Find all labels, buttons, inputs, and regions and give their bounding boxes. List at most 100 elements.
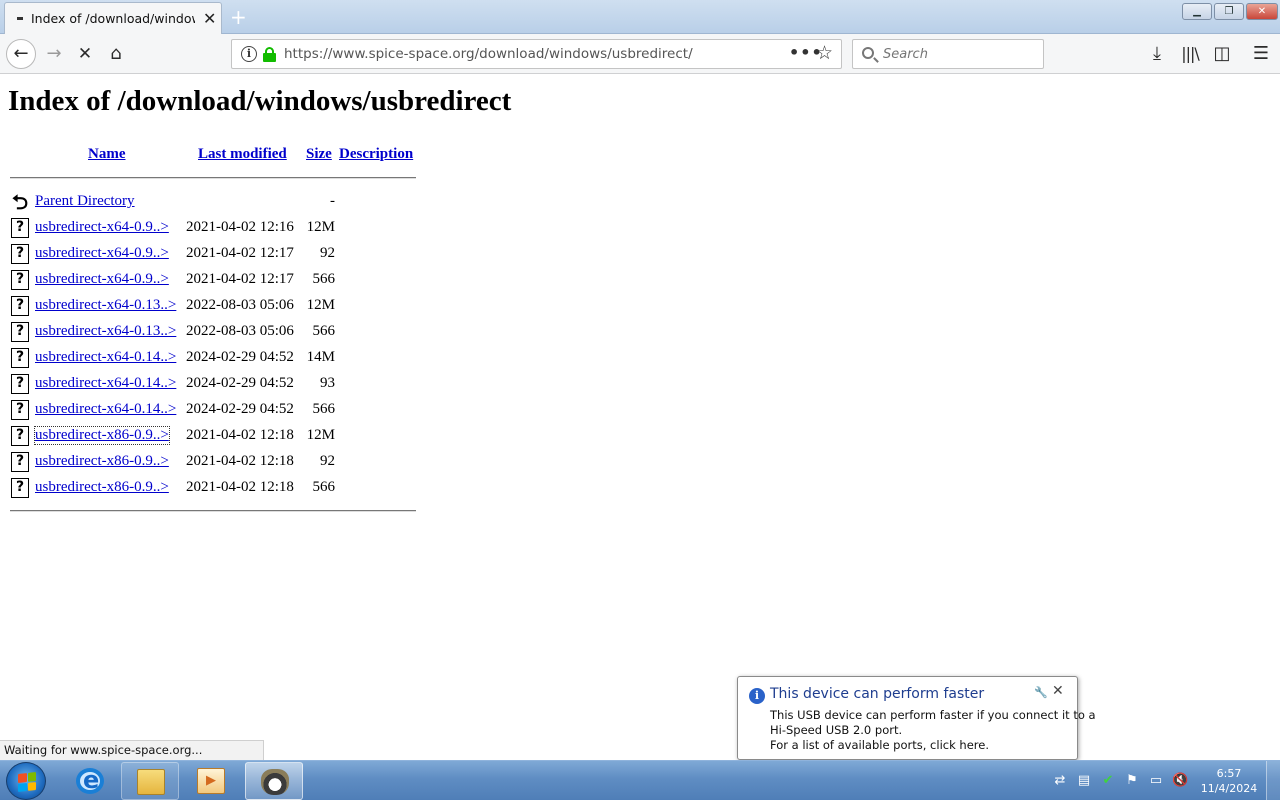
url-host: spice-space.org [368,46,475,62]
tab-loading-icon [17,17,23,20]
file-size: 12M [306,297,335,313]
file-size: 566 [312,479,336,495]
notification-link-text[interactable]: For a list of available ports, click her… [770,738,989,752]
file-link[interactable]: usbredirect-x64-0.14..> [35,375,176,392]
bookmark-star-icon[interactable]: ☆ [816,42,833,64]
browser-tab[interactable]: Index of /download/windows/usbredirect ✕ [4,2,222,34]
menu-icon[interactable]: ☰ [1249,42,1273,66]
clock-time: 6:57 [1216,767,1242,780]
notification-close-icon[interactable]: ✕ [1052,683,1064,699]
minimize-button[interactable]: ▁ [1182,3,1212,20]
monitor-icon[interactable]: ▭ [1148,773,1164,789]
file-link[interactable]: usbredirect-x64-0.9..> [35,245,169,262]
file-size: - [330,193,335,209]
system-tray: ⇄ ▤ ✔ ⚑ ▭ 🔇 [1052,771,1196,791]
file-explorer-taskbar-button[interactable] [121,762,179,800]
file-row: ? usbredirect-x64-0.9..> 2021-04-02 12:1… [10,243,416,269]
network-icon[interactable]: ▤ [1076,773,1092,789]
clock-date: 11/4/2024 [1200,782,1258,795]
file-date: 2021-04-02 12:17 [186,271,294,287]
file-link[interactable]: usbredirect-x86-0.9..> [34,426,170,445]
search-bar[interactable] [852,39,1044,69]
start-button[interactable] [6,762,46,800]
parent-directory-row: ⮌ Parent Directory - [10,191,416,217]
file-link[interactable]: usbredirect-x64-0.14..> [35,401,176,418]
file-link[interactable]: usbredirect-x64-0.9..> [35,219,169,236]
clock[interactable]: 6:57 11/4/2024 [1198,766,1260,796]
volume-muted-icon[interactable]: 🔇 [1172,773,1188,789]
sort-by-description-link[interactable]: Description [339,146,413,163]
tab-title: Index of /download/windows/usbredirect [31,11,195,26]
show-desktop-button[interactable] [1266,761,1280,800]
file-row: ? usbredirect-x86-0.9..> 2021-04-02 12:1… [10,451,416,477]
file-date: 2021-04-02 12:17 [186,245,294,261]
sort-by-name-link[interactable]: Name [88,146,126,163]
unknown-file-icon: ? [11,478,29,498]
sort-by-last-modified-link[interactable]: Last modified [198,146,287,163]
file-size: 566 [312,271,336,287]
sort-by-size-link[interactable]: Size [306,146,332,163]
library-icon[interactable]: |||\ [1178,42,1202,66]
back-icon[interactable]: ← [6,39,36,69]
file-row: ? usbredirect-x64-0.13..> 2022-08-03 05:… [10,321,416,347]
file-date: 2022-08-03 05:06 [186,297,294,313]
notification-text: Hi-Speed USB 2.0 port. [770,723,903,737]
file-link[interactable]: usbredirect-x64-0.13..> [35,297,176,314]
search-input[interactable] [883,44,1033,64]
unknown-file-icon: ? [11,452,29,472]
forward-icon[interactable]: → [42,42,66,66]
file-link[interactable]: usbredirect-x64-0.9..> [35,271,169,288]
file-row: ? usbredirect-x64-0.13..> 2022-08-03 05:… [10,295,416,321]
file-row: ? usbredirect-x64-0.9..> 2021-04-02 12:1… [10,269,416,295]
file-link[interactable]: usbredirect-x86-0.9..> [35,479,169,496]
parent-directory-link[interactable]: Parent Directory [35,193,135,210]
unknown-file-icon: ? [11,270,29,290]
internet-explorer-taskbar-button[interactable] [61,762,119,800]
stop-icon[interactable]: ✕ [73,42,97,66]
url-text[interactable]: https://www.spice-space.org/download/win… [284,46,693,62]
file-date: 2024-02-29 04:52 [186,401,294,417]
file-size: 566 [312,401,336,417]
file-date: 2021-04-02 12:18 [186,427,294,443]
info-icon[interactable]: i [241,46,257,62]
file-size: 14M [306,349,335,365]
raccoon-app-icon [261,769,289,795]
url-scheme: https://www. [284,46,369,62]
notification-options-icon[interactable]: 🔧 [1034,686,1048,699]
file-date: 2022-08-03 05:06 [186,323,294,339]
sidebar-icon[interactable]: ◫ [1210,42,1234,66]
media-player-taskbar-button[interactable] [182,762,240,800]
file-row: ? usbredirect-x64-0.14..> 2024-02-29 04:… [10,347,416,373]
download-icon[interactable]: ⤓ [1145,42,1169,66]
lock-icon[interactable] [263,47,276,62]
file-size: 566 [312,323,336,339]
new-tab-button[interactable]: + [230,5,247,29]
url-bar[interactable]: i https://www.spice-space.org/download/w… [231,39,842,69]
file-date: 2024-02-29 04:52 [186,349,294,365]
tab-close-icon[interactable]: ✕ [203,9,216,28]
file-date: 2024-02-29 04:52 [186,375,294,391]
file-link[interactable]: usbredirect-x86-0.9..> [35,453,169,470]
unknown-file-icon: ? [11,348,29,368]
windows-logo-icon [18,772,36,792]
security-icon[interactable]: ✔ [1100,773,1116,789]
info-icon: i [749,688,765,704]
flag-icon[interactable]: ⚑ [1124,773,1140,789]
file-date: 2021-04-02 12:16 [186,219,294,235]
file-link[interactable]: usbredirect-x64-0.13..> [35,323,176,340]
status-text: Waiting for www.spice-space.org... [0,740,264,760]
file-size: 92 [320,245,335,261]
back-arrow-icon: ⮌ [11,190,29,214]
media-player-icon [197,768,225,794]
home-icon[interactable]: ⌂ [104,42,128,66]
close-window-button[interactable]: ✕ [1246,3,1278,20]
file-row: ? usbredirect-x64-0.9..> 2021-04-02 12:1… [10,217,416,243]
search-icon [862,47,874,59]
file-link[interactable]: usbredirect-x64-0.14..> [35,349,176,366]
restore-button[interactable]: ❐ [1214,3,1244,20]
file-size: 92 [320,453,335,469]
virt-viewer-taskbar-button[interactable] [245,762,303,800]
usb-icon[interactable]: ⇄ [1052,773,1068,789]
taskbar: ⇄ ▤ ✔ ⚑ ▭ 🔇 6:57 11/4/2024 [0,760,1280,800]
usb-notification-balloon[interactable]: i This device can perform faster 🔧 ✕ Thi… [737,676,1096,760]
